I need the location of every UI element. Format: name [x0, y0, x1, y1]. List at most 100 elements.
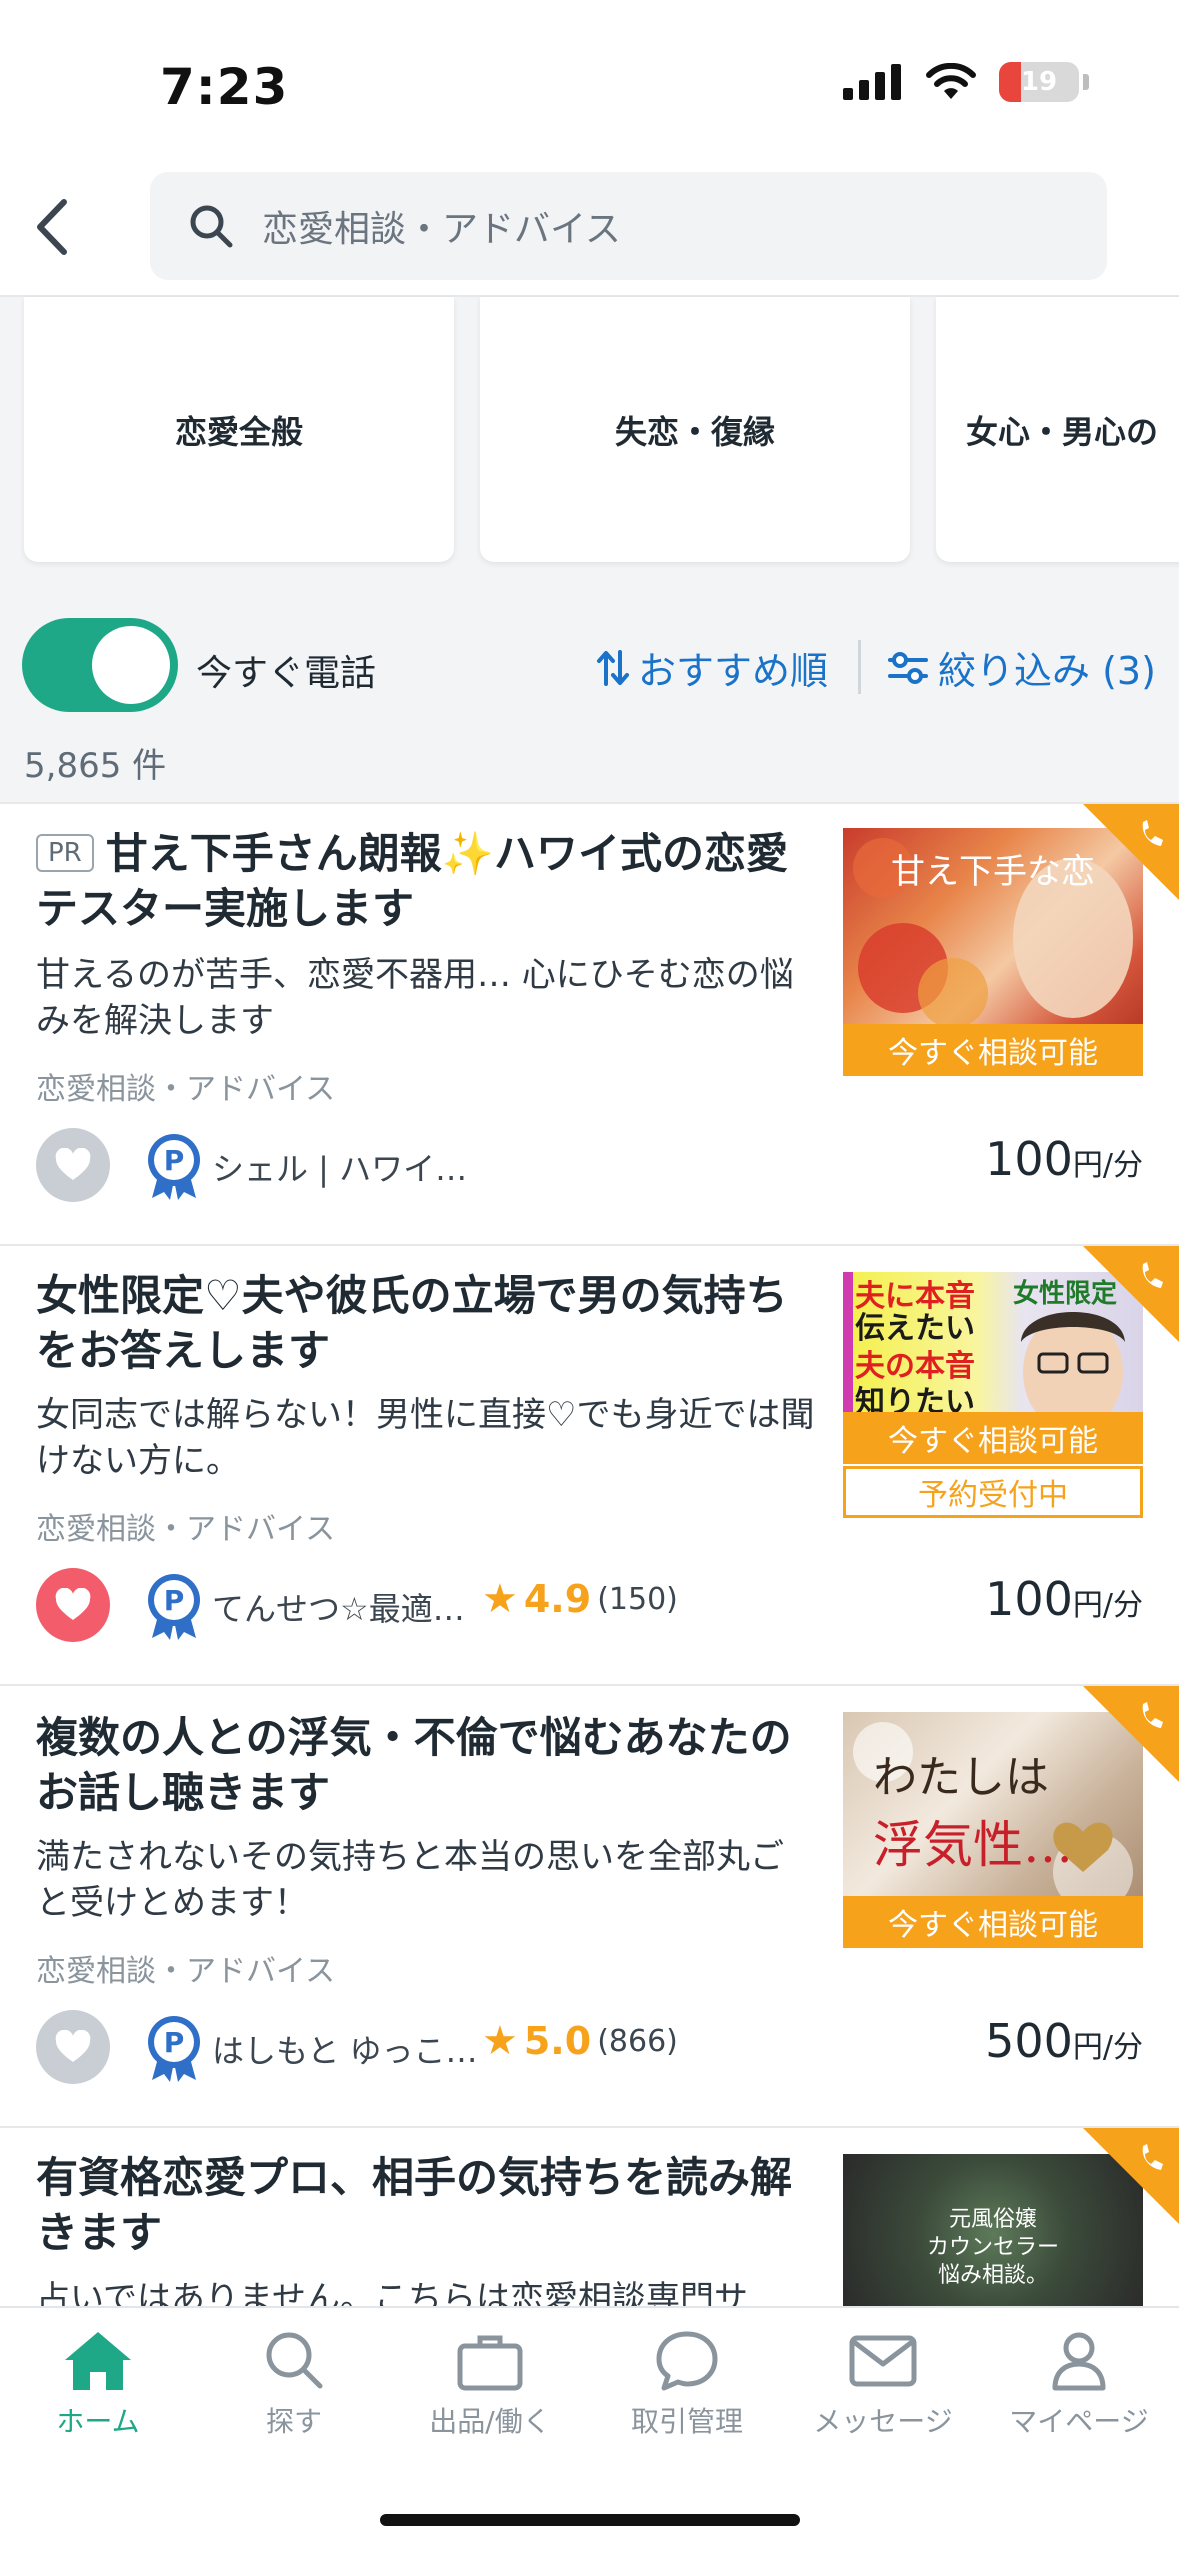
availability-badge: 今すぐ相談可能 — [843, 1412, 1143, 1464]
pr-badge: PR — [36, 833, 94, 872]
call-now-toggle[interactable] — [22, 618, 178, 712]
phone-corner-badge — [1083, 1246, 1179, 1342]
tab-label: 探す — [265, 2405, 322, 2438]
listing-title: 女性限定♡夫や彼氏の立場で男の気持ちをお答えします — [36, 1271, 788, 1375]
listing-description: 満たされないその気持ちと本当の思いを全部丸ごと受けとめます！ — [36, 1837, 784, 1923]
battery-icon: 19 — [999, 62, 1079, 102]
phone-corner-badge — [1083, 1686, 1179, 1782]
chat-icon — [656, 2331, 718, 2391]
svg-text:カウンセラー: カウンセラー — [927, 2235, 1059, 2260]
category-label: 失恋・復縁 — [614, 412, 775, 451]
tab-label: マイページ — [1009, 2405, 1149, 2438]
svg-text:浮気性…: 浮気性… — [873, 1816, 1073, 1874]
tab-home[interactable]: ホーム — [0, 2328, 196, 2440]
list-item[interactable]: 女性限定♡夫や彼氏の立場で男の気持ちをお答えします 女同志では解らない！男性に直… — [0, 1246, 1179, 1686]
category-card-2[interactable]: 失恋・復縁 — [480, 297, 910, 562]
wifi-icon — [926, 63, 976, 99]
favorite-button[interactable] — [36, 2010, 110, 2084]
toggle-knob — [92, 626, 170, 704]
svg-text:P: P — [164, 2026, 185, 2059]
phone-corner-badge — [1083, 804, 1179, 900]
listing-category: 恋愛相談・アドバイス — [36, 1072, 336, 1107]
chevron-left-icon — [37, 199, 67, 255]
listing-description: 女同志では解らない！男性に直接♡でも身近では聞けない方に。 — [36, 1395, 815, 1481]
review-count: (150) — [597, 1581, 678, 1617]
favorite-button[interactable] — [36, 1128, 110, 1202]
svg-text:夫の本音: 夫の本音 — [855, 1349, 975, 1384]
tab-label: ホーム — [56, 2405, 140, 2438]
result-count: 5,865 件 — [24, 746, 167, 786]
star-icon: ★ — [482, 1576, 518, 1622]
svg-text:P: P — [164, 1584, 185, 1617]
svg-text:わたしは: わたしは — [873, 1752, 1049, 1803]
category-label: 女心・男心の — [966, 412, 1159, 451]
listing-title: 複数の人との浮気・不倫で悩むあなたのお話し聴きます — [36, 1713, 792, 1817]
category-card-3[interactable]: 女心・男心の — [936, 297, 1179, 562]
seller-name[interactable]: はしもと ゆっこ… — [212, 2026, 478, 2072]
briefcase-icon — [457, 2335, 523, 2391]
tab-messages[interactable]: メッセージ — [785, 2328, 981, 2440]
list-item[interactable]: 有資格恋愛プロ、相手の気持ちを読み解きます 占いではありません。こちらは恋愛相談… — [0, 2128, 1179, 2308]
list-item[interactable]: PR 甘え下手さん朗報✨ハワイ式の恋愛テスター実施します 甘えるのが苦手、恋愛不器… — [0, 804, 1179, 1246]
phone-corner-badge — [1083, 2128, 1179, 2224]
tab-label: メッセージ — [813, 2405, 953, 2438]
filter-label: 絞り込み (3) — [938, 649, 1156, 693]
category-card-1[interactable]: 恋愛全般 — [24, 297, 454, 562]
tab-search[interactable]: 探す — [196, 2328, 392, 2440]
seller-name[interactable]: てんせつ☆最適… — [212, 1584, 465, 1630]
listing-price: 500円/分 — [985, 2014, 1143, 2068]
battery-level: 19 — [1020, 67, 1058, 97]
filter-button[interactable]: 絞り込み (3) — [888, 640, 1156, 695]
svg-text:伝えたい: 伝えたい — [855, 1311, 975, 1346]
battery-tip — [1083, 74, 1089, 90]
home-indicator — [380, 2514, 800, 2526]
svg-text:夫に本音: 夫に本音 — [855, 1279, 975, 1314]
review-count: (866) — [597, 2023, 678, 2059]
seller-name[interactable]: シェル | ハワイ… — [212, 1144, 467, 1190]
star-icon: ★ — [482, 2018, 518, 2064]
svg-text:元風俗嬢: 元風俗嬢 — [949, 2207, 1037, 2232]
search-input[interactable]: 恋愛相談・アドバイス — [150, 172, 1107, 280]
status-icons: 19 — [843, 62, 1089, 102]
pro-badge-icon: P — [148, 1574, 200, 1640]
listing-price: 100円/分 — [985, 1132, 1143, 1186]
listing-category: 恋愛相談・アドバイス — [36, 1954, 336, 1989]
availability-badge: 今すぐ相談可能 — [843, 1024, 1143, 1076]
svg-text:P: P — [164, 1144, 185, 1177]
listing-category: 恋愛相談・アドバイス — [36, 1512, 336, 1547]
mail-icon — [849, 2335, 917, 2387]
heart-icon — [55, 1588, 91, 1620]
favorite-button[interactable] — [36, 1568, 110, 1642]
sort-button[interactable]: おすすめ順 — [596, 640, 828, 695]
pro-badge-icon: P — [148, 2016, 200, 2082]
svg-text:甘え下手な恋: 甘え下手な恋 — [891, 852, 1095, 892]
home-icon — [65, 2332, 131, 2390]
pro-badge-icon: P — [148, 1134, 200, 1200]
search-icon — [266, 2332, 323, 2389]
tab-sell[interactable]: 出品/働く — [392, 2328, 588, 2440]
svg-text:悩み相談。: 悩み相談。 — [938, 2263, 1048, 2288]
tab-label: 取引管理 — [630, 2405, 743, 2438]
signal-icon — [843, 64, 901, 100]
search-placeholder: 恋愛相談・アドバイス — [262, 209, 621, 250]
filter-divider — [858, 640, 861, 694]
rating: ★ 4.9 (150) — [482, 1576, 678, 1622]
listing-price: 100円/分 — [985, 1572, 1143, 1626]
listing-description: 占いではありません。こちらは恋愛相談専門サ — [36, 2279, 748, 2308]
heart-icon — [55, 2030, 91, 2062]
list-item[interactable]: 複数の人との浮気・不倫で悩むあなたのお話し聴きます 満たされないその気持ちと本当… — [0, 1686, 1179, 2128]
tab-mypage[interactable]: マイページ — [981, 2328, 1177, 2440]
toggle-label: 今すぐ電話 — [196, 653, 377, 694]
heart-icon — [55, 1148, 91, 1180]
reservation-badge: 予約受付中 — [843, 1466, 1143, 1518]
sort-label: おすすめ順 — [638, 649, 829, 693]
sliders-icon — [888, 651, 928, 684]
tab-transactions[interactable]: 取引管理 — [589, 2328, 785, 2440]
availability-badge: 今すぐ相談可能 — [843, 1896, 1143, 1948]
back-button[interactable] — [20, 192, 90, 262]
search-icon — [190, 205, 233, 248]
listing-title: 有資格恋愛プロ、相手の気持ちを読み解きます — [36, 2153, 793, 2257]
category-label: 恋愛全般 — [174, 412, 303, 451]
filter-area — [0, 597, 1179, 802]
listing-description: 甘えるのが苦手、恋愛不器用… 心にひそむ恋の悩みを解決します — [36, 955, 794, 1041]
